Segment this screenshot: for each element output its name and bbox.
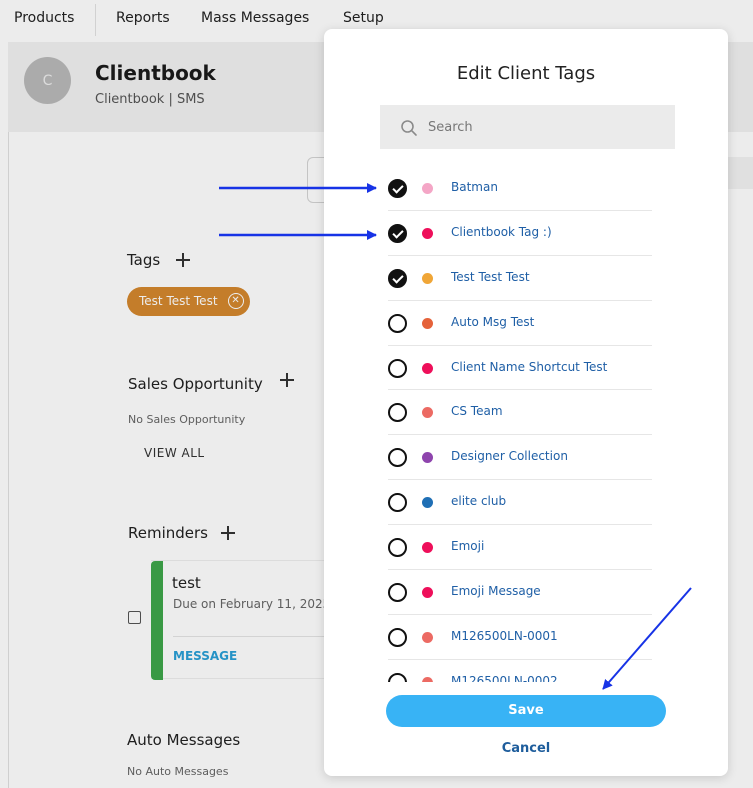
tag-label[interactable]: Emoji (451, 539, 484, 553)
tag-row[interactable]: Emoji Message (388, 570, 652, 615)
unchecked-circle-icon[interactable] (388, 448, 407, 468)
tag-list: Batman Clientbook Tag :) Test Test Test Aut… (388, 166, 652, 682)
unchecked-circle-icon[interactable] (388, 627, 407, 647)
tag-row[interactable]: Clientbook Tag :) (388, 211, 652, 256)
search-box (380, 105, 675, 149)
tag-color-dot (422, 317, 433, 329)
unchecked-circle-icon[interactable] (388, 403, 407, 423)
tag-row[interactable]: Client Name Shortcut Test (388, 346, 652, 391)
tag-color-dot (422, 676, 433, 682)
tag-row[interactable]: M126500LN-0002 (388, 660, 652, 682)
tag-label[interactable]: Designer Collection (451, 449, 568, 463)
tag-label[interactable]: Test Test Test (451, 270, 530, 284)
tag-row[interactable]: Batman (388, 166, 652, 211)
tag-label[interactable]: M126500LN-0001 (451, 629, 558, 643)
unchecked-circle-icon[interactable] (388, 313, 407, 333)
checked-circle-icon[interactable] (388, 223, 407, 243)
tag-color-dot (422, 497, 433, 509)
tag-label[interactable]: Client Name Shortcut Test (451, 360, 607, 374)
checked-circle-icon[interactable] (388, 268, 407, 288)
tag-row[interactable]: Designer Collection (388, 435, 652, 481)
tag-label[interactable]: elite club (451, 494, 506, 508)
tag-row[interactable]: Emoji (388, 525, 652, 571)
tag-color-dot (422, 183, 433, 194)
tag-row[interactable]: M126500LN-0001 (388, 615, 652, 660)
tag-label[interactable]: Clientbook Tag :) (451, 225, 552, 239)
tag-color-dot (422, 407, 433, 419)
search-icon (401, 120, 417, 136)
tag-color-dot (422, 631, 433, 643)
tag-row[interactable]: elite club (388, 480, 652, 526)
tag-color-dot (422, 227, 433, 239)
unchecked-circle-icon[interactable] (388, 493, 407, 513)
cancel-button[interactable]: Cancel (386, 741, 666, 756)
unchecked-circle-icon[interactable] (388, 583, 407, 603)
search-input[interactable] (428, 105, 668, 149)
unchecked-circle-icon[interactable] (388, 358, 407, 378)
checked-circle-icon[interactable] (388, 179, 407, 198)
tag-color-dot (422, 452, 433, 464)
tag-color-dot (422, 272, 433, 284)
tag-row[interactable]: Test Test Test (388, 256, 652, 301)
tag-color-dot (422, 587, 433, 599)
unchecked-circle-icon[interactable] (388, 672, 407, 682)
tag-label[interactable]: Emoji Message (451, 584, 541, 598)
tag-label[interactable]: CS Team (451, 404, 503, 418)
tag-color-dot (422, 362, 433, 374)
tag-label[interactable]: Auto Msg Test (451, 315, 534, 329)
tag-label[interactable]: Batman (451, 180, 498, 194)
modal-title: Edit Client Tags (456, 63, 596, 84)
edit-client-tags-modal: Edit Client Tags Batman Clientbook Tag :)… (324, 29, 728, 776)
unchecked-circle-icon[interactable] (388, 538, 407, 558)
tag-row[interactable]: Auto Msg Test (388, 301, 652, 346)
tag-color-dot (422, 542, 433, 554)
tag-row[interactable]: CS Team (388, 390, 652, 436)
save-button[interactable]: Save (386, 695, 666, 727)
tag-label[interactable]: M126500LN-0002 (451, 674, 558, 682)
